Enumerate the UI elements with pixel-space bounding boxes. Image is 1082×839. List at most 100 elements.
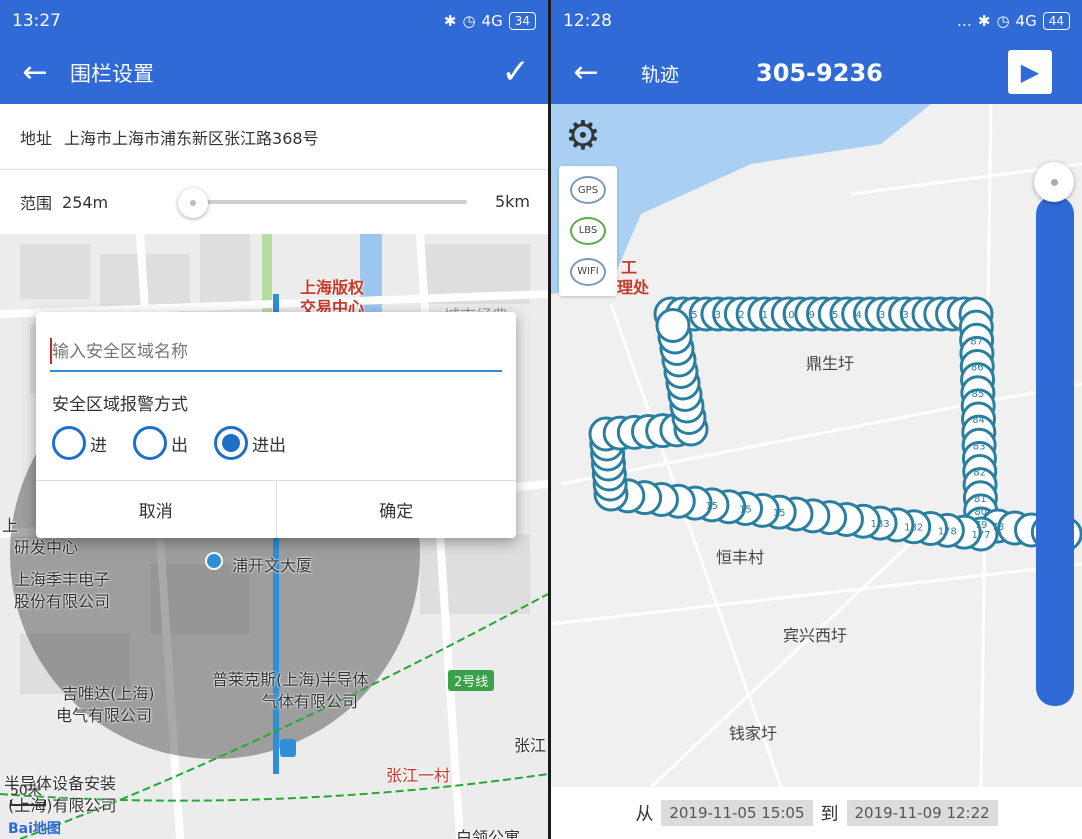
track-point-label: 178 (938, 526, 957, 537)
track-point-label: 3 (715, 310, 721, 321)
track-point-label: 3 (879, 310, 885, 321)
radio-enter-exit[interactable]: 进出 (214, 426, 286, 460)
radio-enter[interactable]: 进 (52, 426, 107, 460)
alarm-icon: ◷ (996, 12, 1010, 30)
track-point-label: 177 (971, 530, 990, 541)
track-point-label: 15 (706, 501, 719, 512)
map-label: 上海季丰电子 (14, 570, 111, 589)
safe-zone-dialog: 安全区域报警方式 进 出 进出 取消 确定 (36, 312, 516, 538)
play-icon: ▶ (1020, 58, 1040, 86)
track-point-label: 5 (691, 310, 697, 321)
page-title: 轨迹 (641, 63, 680, 86)
date-range-bar: 从 2019-11-05 15:05 到 2019-11-09 12:22 (551, 787, 1082, 839)
text-caret (50, 338, 52, 364)
address-value: 上海市上海市浦东新区张江路368号 (64, 128, 319, 148)
track-point-label: 3 (902, 310, 908, 321)
map-label: 钱家圩 (729, 724, 778, 743)
lbs-mode-icon[interactable]: LBS (570, 216, 606, 245)
map-label: 电气有限公司 (56, 706, 153, 725)
track-point-label: 15 (739, 505, 752, 516)
playback-slider-thumb[interactable] (1034, 162, 1074, 202)
alarm-icon: ◷ (462, 12, 476, 30)
track-point-label: 9 (809, 310, 815, 321)
track-map[interactable]: 5 3 2 1 10 9 5 4 3 3 87 86 85 84 83 82 81 80 79 78 15 15 15 177… (551, 104, 1082, 787)
range-max: 5km (494, 192, 530, 211)
track-point-label: 78 (991, 522, 1004, 533)
range-row: 范围 254m 5km (0, 170, 548, 234)
map-label: 张江一村 (386, 766, 451, 785)
track-point-label: 81 (974, 494, 987, 505)
range-value: 254m (62, 192, 109, 212)
track-point-label: 80 (974, 507, 987, 518)
zone-name-input[interactable] (50, 334, 502, 372)
bluetooth-icon: ✱ (977, 12, 991, 30)
map-label: 吉唯达(上海) (62, 684, 155, 703)
track-point-label: 83 (973, 441, 986, 452)
status-bar: 13:27 ✱ ◷ 4G 34 (0, 0, 548, 42)
track-point-label: 182 (904, 523, 923, 534)
cancel-button[interactable]: 取消 (36, 481, 276, 538)
confirm-check-icon[interactable]: ✓ (502, 52, 531, 92)
track-point-label: 2 (738, 310, 744, 321)
radio-exit[interactable]: 出 (133, 426, 188, 460)
play-button[interactable]: ▶ (1008, 50, 1052, 94)
radio-circle-icon[interactable] (52, 426, 86, 460)
playback-slider-track[interactable] (1036, 196, 1074, 706)
track-point-label: 85 (972, 389, 985, 400)
network-label: 4G (481, 12, 503, 30)
settings-gear-icon[interactable]: ⚙ (565, 116, 601, 156)
map-label: 张江 (514, 736, 547, 755)
map-label: 气体有限公司 (262, 692, 359, 711)
track-screen: 12:28 … ✱ ◷ 4G 44 ← 轨迹 305-9236 ▶ 5 3 2 1 10… (551, 0, 1082, 839)
baidu-logo: Bai地图 (8, 821, 61, 837)
track-point-label: 183 (871, 519, 890, 530)
back-arrow-icon[interactable]: ← (0, 42, 70, 104)
fence-center-marker[interactable] (205, 552, 223, 570)
more-icon: … (956, 12, 972, 30)
back-arrow-icon[interactable]: ← (551, 42, 621, 104)
track-point-label: 82 (973, 468, 986, 479)
address-row: 地址 上海市上海市浦东新区张江路368号 (0, 104, 548, 170)
page-title: 围栏设置 (70, 62, 154, 86)
map-label: 上 (2, 516, 19, 535)
from-date[interactable]: 2019-11-05 15:05 (661, 800, 813, 826)
track-point-label: 86 (971, 363, 984, 374)
wifi-mode-icon[interactable]: WIFI (570, 257, 606, 286)
map-label: 白领公寓 (456, 828, 521, 839)
radio-selected-icon[interactable] (214, 426, 248, 460)
track-point-marker (655, 308, 691, 343)
to-label: 到 (820, 804, 839, 825)
track-point-label: 84 (972, 415, 985, 426)
confirm-button[interactable]: 确定 (275, 481, 517, 538)
bluetooth-icon: ✱ (443, 12, 457, 30)
map-scale: 50米 (10, 780, 46, 806)
status-time: 13:27 (12, 11, 61, 31)
alarm-mode-label: 安全区域报警方式 (52, 395, 188, 415)
status-bar: 12:28 … ✱ ◷ 4G 44 (551, 0, 1082, 42)
track-point-label: 87 (970, 336, 983, 347)
gps-mode-icon[interactable]: GPS (570, 176, 606, 205)
range-slider-track[interactable] (182, 200, 467, 204)
map-label: 鼎生圩 (806, 354, 855, 373)
map-label: 宾兴西圩 (783, 626, 848, 645)
track-point-label: 5 (832, 310, 838, 321)
plate-number: 305-9236 (756, 59, 883, 87)
status-time: 12:28 (563, 11, 612, 31)
map-label: 理处 (617, 278, 650, 297)
metro-line-badge: 2号线 (448, 670, 495, 691)
fence-settings-screen: 13:27 ✱ ◷ 4G 34 ← 围栏设置 ✓ 地址 上海市上海市浦东新区张江… (0, 0, 548, 839)
app-bar: ← 轨迹 305-9236 ▶ (551, 42, 1082, 104)
range-slider-thumb[interactable] (178, 188, 208, 218)
track-point-label: 15 (773, 508, 786, 519)
track-point-label: 10 (782, 310, 795, 321)
radio-circle-icon[interactable] (133, 426, 167, 460)
range-label: 范围 (20, 194, 53, 213)
track-point-label: 4 (856, 310, 862, 321)
map-label: 股份有限公司 (14, 592, 111, 611)
map-label: 恒丰村 (716, 548, 765, 567)
track-point-label: 1 (762, 310, 768, 321)
network-label: 4G (1015, 12, 1037, 30)
track-map-background: 5 3 2 1 10 9 5 4 3 3878685848382818079 78151515177… (551, 104, 1082, 787)
from-label: 从 (635, 804, 654, 825)
to-date[interactable]: 2019-11-09 12:22 (846, 800, 998, 826)
